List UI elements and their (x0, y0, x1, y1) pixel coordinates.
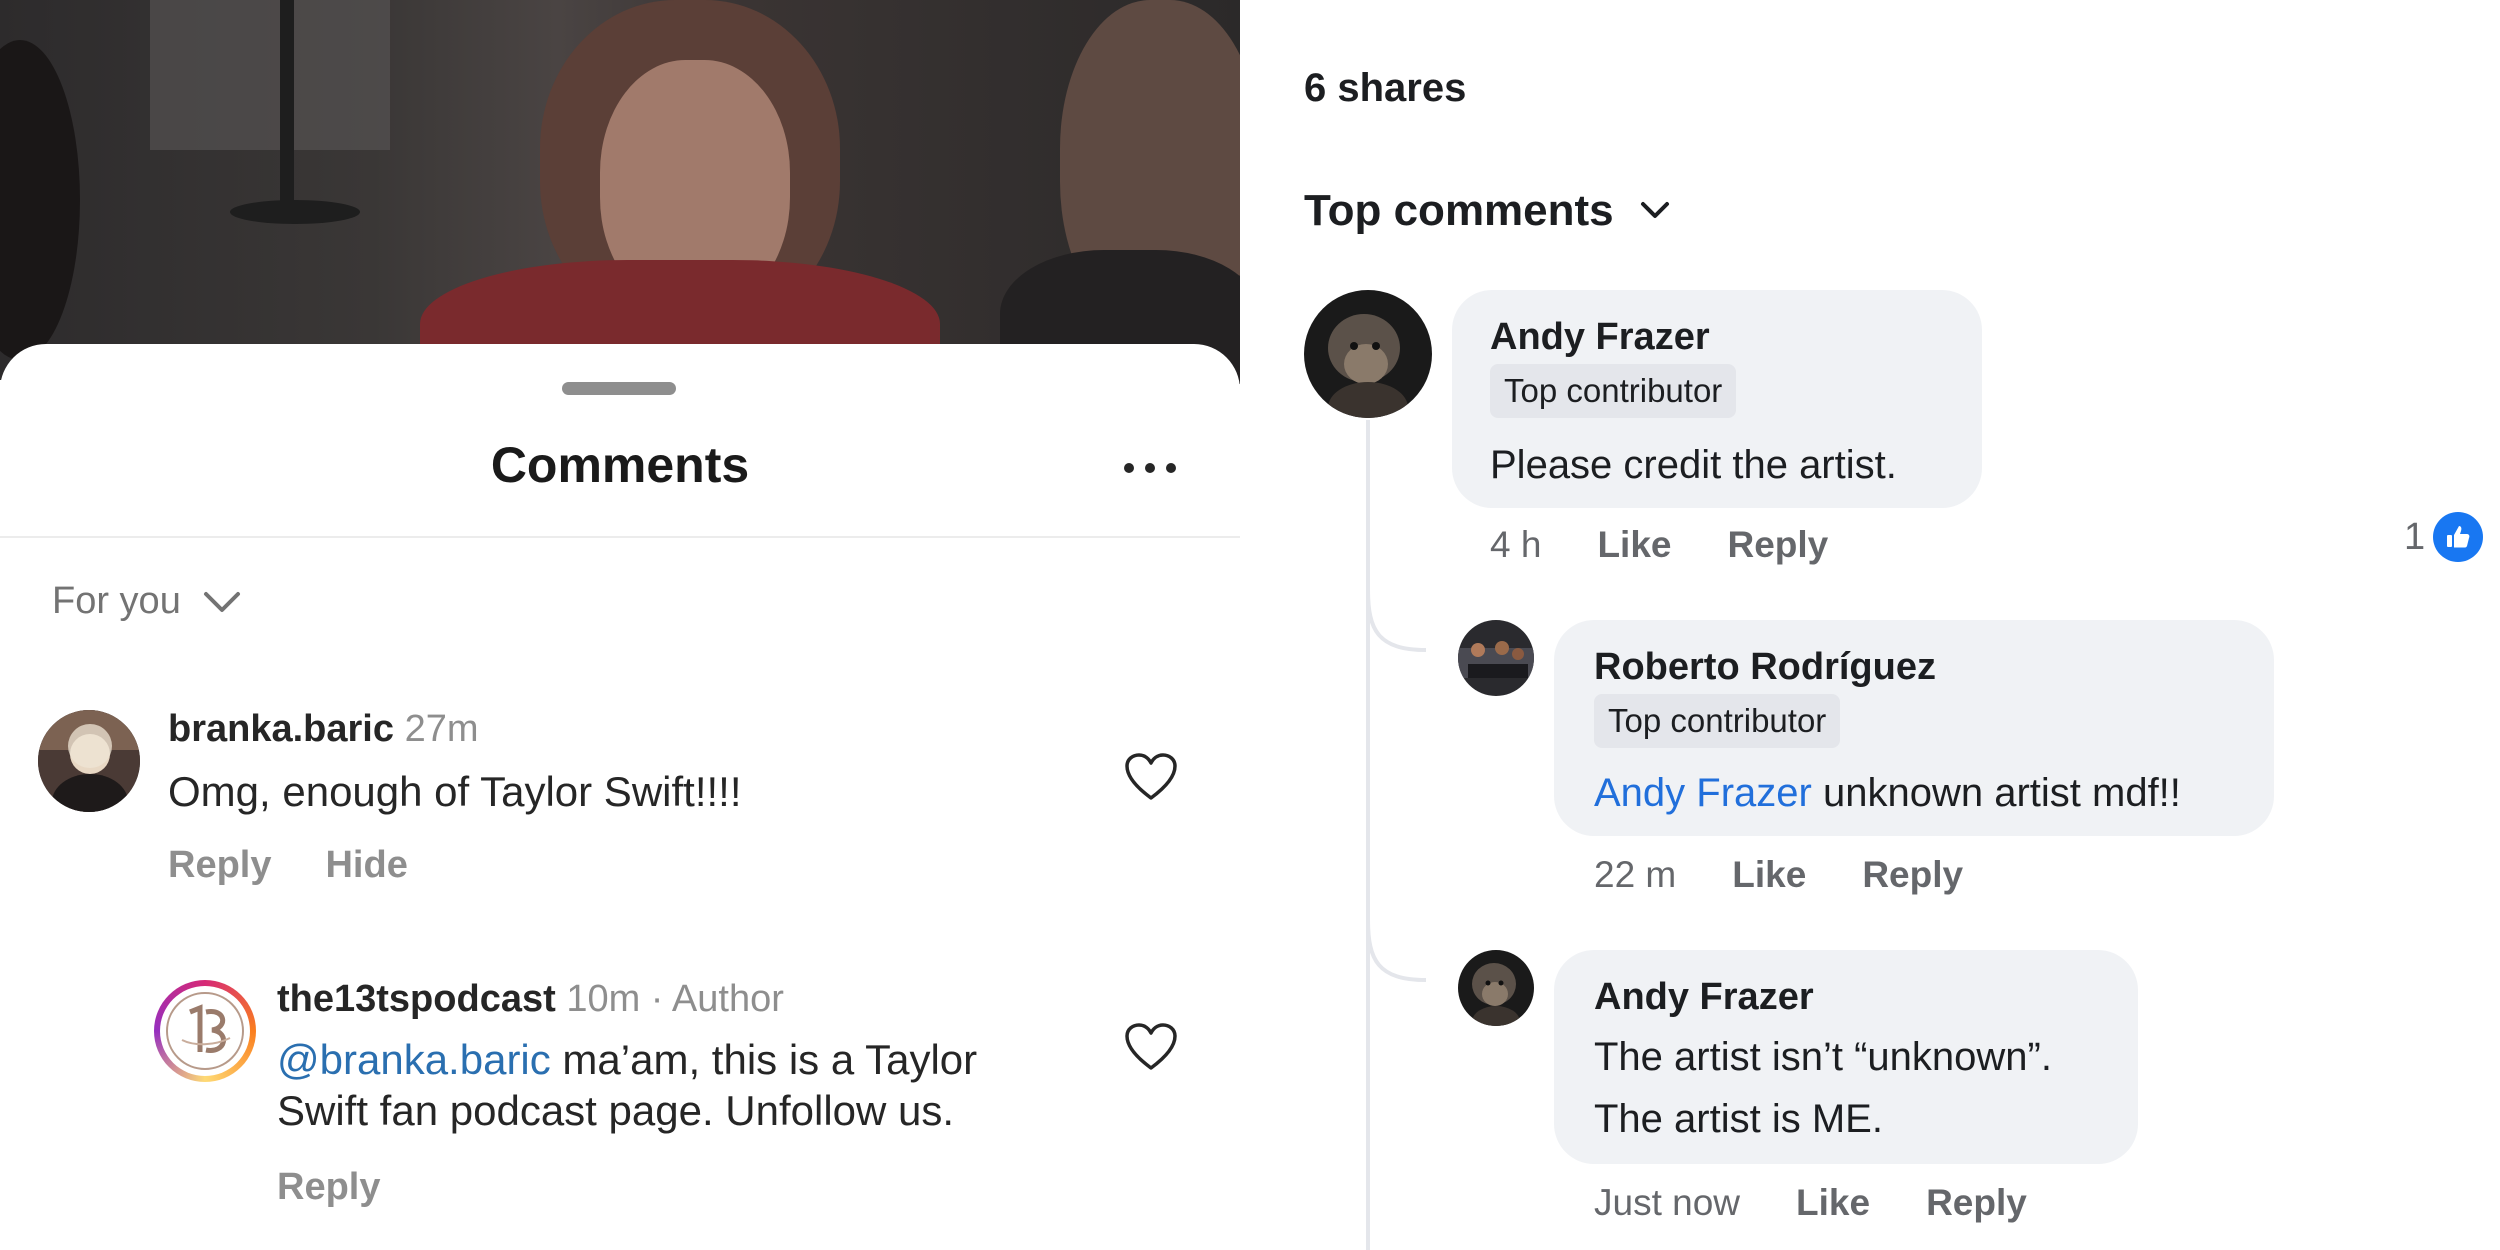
reply-button[interactable]: Reply (1862, 854, 1963, 896)
comment-text-line2: Swift fan podcast page. Unfollow us. (277, 1087, 955, 1134)
comment-text: Andy Frazer unknown artist mdf!! (1594, 762, 2181, 824)
chevron-down-icon (1640, 202, 1669, 218)
like-reaction-icon (2433, 512, 2484, 562)
comment-actions: Reply (277, 1166, 380, 1209)
timestamp: 4 h (1490, 524, 1542, 565)
avatar[interactable] (1458, 620, 1534, 696)
avatar[interactable] (1458, 950, 1534, 1026)
sort-dropdown[interactable]: For you (52, 580, 241, 623)
comment-meta: Just now Like Reply (1594, 1182, 2027, 1224)
sort-label: Top comments (1304, 186, 1614, 235)
author-tag: · Author (650, 978, 784, 1020)
reply-button[interactable]: Reply (168, 844, 271, 887)
avatar-image (1304, 290, 1432, 418)
more-icon (1124, 463, 1134, 473)
comment-text: @branka.baric ma’am, this is a Taylor Sw… (277, 1034, 977, 1136)
timestamp: 27m (404, 708, 479, 750)
sheet-title: Comments (490, 437, 750, 493)
timestamp: Just now (1594, 1182, 1741, 1223)
podcast-logo-icon (166, 992, 244, 1070)
username[interactable]: branka.baric (168, 708, 394, 750)
comment-text-line2: The artist is ME. (1594, 1097, 1883, 1141)
comment-meta: 4 h Like Reply (1490, 524, 1828, 566)
reply-button[interactable]: Reply (1727, 524, 1828, 566)
avatar-image (1458, 620, 1534, 696)
hide-button[interactable]: Hide (325, 844, 407, 887)
comment-text-line1: The artist isn’t “unknown”. (1594, 1035, 2052, 1079)
reaction-count-value: 1 (2404, 515, 2426, 558)
like-button[interactable]: Like (1796, 1182, 1870, 1224)
comment-text-line1: ma’am, this is a Taylor (550, 1036, 978, 1083)
mention-link[interactable]: Andy Frazer (1594, 771, 1812, 815)
thread-line (1366, 420, 1370, 1250)
comments-sheet: Comments For you branka.baric 27m Omg, e… (0, 344, 1240, 1250)
bg-person-left (0, 40, 80, 360)
commenter-name[interactable]: Roberto Rodríguez (1594, 646, 1936, 689)
comment-meta: 22 m Like Reply (1594, 854, 1963, 896)
like-button[interactable]: Like (1732, 854, 1806, 896)
comment-text-body: unknown artist mdf!! (1811, 771, 2181, 815)
reply-button[interactable]: Reply (277, 1166, 380, 1209)
reaction-count[interactable]: 1 (2404, 512, 2484, 562)
more-icon (1145, 463, 1155, 473)
like-button[interactable]: Like (1597, 524, 1671, 566)
bg-pole (280, 0, 294, 220)
comment-text: Please credit the artist. (1490, 443, 1897, 487)
instagram-comments-panel: Comments For you branka.baric 27m Omg, e… (0, 0, 1240, 1250)
thread-connector (1366, 590, 1426, 652)
comment-text: Omg, enough of Taylor Swift!!!! (168, 768, 742, 815)
divider (0, 536, 1240, 538)
avatar-image (1458, 950, 1534, 1026)
sort-label: For you (52, 580, 181, 622)
avatar-image (38, 710, 140, 812)
commenter-name[interactable]: Andy Frazer (1594, 976, 1814, 1019)
drag-handle[interactable] (562, 382, 676, 395)
avatar[interactable] (1304, 290, 1432, 418)
bg-pole-base (230, 200, 360, 224)
timestamp: 10m (566, 978, 641, 1020)
bg-wall (150, 0, 390, 150)
more-options-button[interactable] (1120, 456, 1180, 480)
comment-header: the13tspodcast 10m · Author (277, 978, 784, 1021)
top-contributor-badge: Top contributor (1490, 364, 1737, 418)
heart-icon[interactable] (1124, 1022, 1178, 1072)
timestamp: 22 m (1594, 854, 1677, 895)
facebook-comments-panel: 6 shares Top comments Andy Frazer Top co… (1264, 0, 2500, 1250)
more-icon (1166, 463, 1176, 473)
sort-dropdown[interactable]: Top comments (1304, 186, 1670, 236)
shares-count[interactable]: 6 shares (1304, 66, 1466, 111)
avatar[interactable] (154, 980, 256, 1082)
thread-connector (1366, 920, 1426, 982)
comment-actions: Reply Hide (168, 844, 408, 887)
comment-text: The artist isn’t “unknown”. The artist i… (1594, 1026, 2052, 1150)
video-background (0, 0, 1240, 420)
heart-icon[interactable] (1124, 752, 1178, 802)
thumbs-up-icon (2447, 526, 2470, 548)
reply-button[interactable]: Reply (1926, 1182, 2027, 1224)
mention-link[interactable]: @branka.baric (277, 1036, 551, 1083)
top-contributor-badge: Top contributor (1594, 694, 1841, 748)
username[interactable]: the13tspodcast (277, 978, 556, 1020)
commenter-name[interactable]: Andy Frazer (1490, 316, 1710, 359)
comment-header: branka.baric 27m (168, 708, 478, 751)
avatar[interactable] (38, 710, 140, 812)
chevron-down-icon (203, 591, 240, 612)
